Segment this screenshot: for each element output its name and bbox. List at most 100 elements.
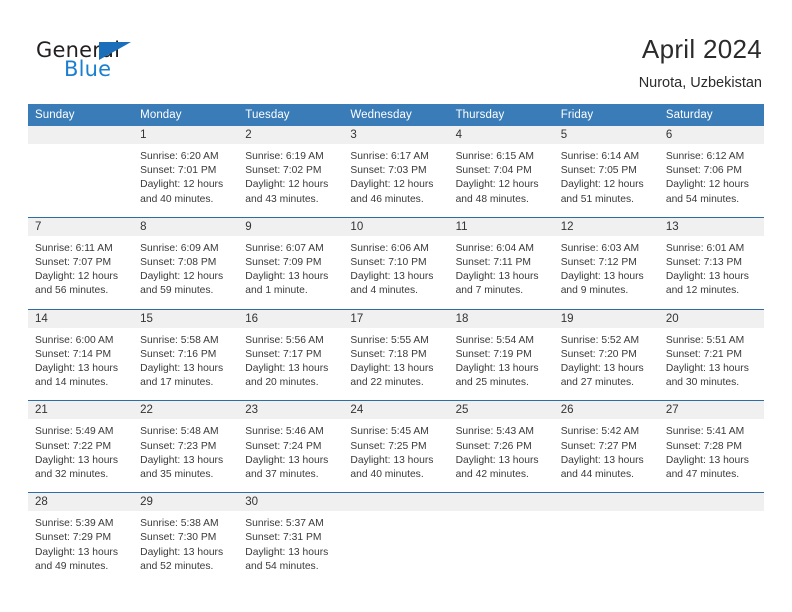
day-number [553,493,659,512]
day-number: 29 [133,493,239,512]
day-number: 15 [133,309,239,328]
daylight-text: and 27 minutes. [560,377,634,389]
daylight-text: Daylight: 12 hours [245,179,329,191]
sunset-text: Sunset: 7:20 PM [560,348,637,360]
daylight-text: and 14 minutes. [35,377,109,389]
calendar-week-row: 14 Sunrise: 6:00 AM Sunset: 7:14 PM Dayligh… [28,308,764,401]
calendar-day-cell[interactable]: 29 Sunrise: 5:38 AM Sunset: 7:30 PM Dayligh… [133,492,239,585]
daylight-text: and 47 minutes. [665,469,740,481]
daylight-text: Daylight: 13 hours [140,363,224,375]
calendar-day-cell[interactable]: 30 Sunrise: 5:37 AM Sunset: 7:31 PM Dayligh… [238,492,344,585]
sunset-text: Sunset: 7:24 PM [245,440,322,452]
sunrise-text: Sunrise: 6:19 AM [245,151,324,162]
day-number: 17 [343,309,449,328]
calendar-day-cell[interactable]: 10 Sunrise: 6:06 AM Sunset: 7:10 PM Dayligh… [343,216,449,310]
day-number: 18 [448,309,554,328]
day-details: Sunrise: 5:52 AM Sunset: 7:20 PM Daylight:… [553,327,659,401]
sunrise-text: Sunrise: 5:52 AM [560,334,640,346]
day-details: Sunrise: 6:14 AM Sunset: 7:05 PM Daylight:… [553,144,659,217]
daylight-text: and 54 minutes. [665,193,740,205]
day-number: 9 [238,217,344,236]
daylight-text: and 7 minutes. [455,285,524,297]
calendar-day-cell[interactable]: 28 Sunrise: 5:39 AM Sunset: 7:29 PM Dayligh… [28,492,134,585]
weekday-header-saturday: Saturday [658,104,764,126]
calendar-day-cell[interactable]: 16 Sunrise: 5:56 AM Sunset: 7:17 PM Dayligh… [238,308,344,401]
sunset-text: Sunset: 7:10 PM [350,257,427,269]
calendar-empty-cell [448,492,554,585]
sunset-text: Sunset: 7:19 PM [455,348,532,360]
day-details: Sunrise: 5:49 AM Sunset: 7:22 PM Daylight:… [28,419,134,493]
sunrise-text: Sunrise: 5:38 AM [140,518,219,530]
calendar-day-cell[interactable]: 15 Sunrise: 5:58 AM Sunset: 7:16 PM Dayligh… [133,308,239,401]
calendar-day-cell[interactable]: 3 Sunrise: 6:17 AM Sunset: 7:03 PM Daylight… [343,126,449,217]
day-number: 3 [343,126,449,144]
calendar-day-cell[interactable]: 17 Sunrise: 5:55 AM Sunset: 7:18 PM Dayligh… [343,308,449,401]
calendar-day-cell[interactable]: 26 Sunrise: 5:42 AM Sunset: 7:27 PM Dayligh… [553,400,659,493]
day-details: Sunrise: 6:15 AM Sunset: 7:04 PM Daylight:… [448,144,554,217]
calendar-day-cell[interactable]: 23 Sunrise: 5:46 AM Sunset: 7:24 PM Dayligh… [238,400,344,493]
daylight-text: and 4 minutes. [350,285,418,297]
calendar-day-cell[interactable]: 7 Sunrise: 6:11 AM Sunset: 7:07 PM Daylight… [28,216,134,310]
calendar-day-cell[interactable]: 20 Sunrise: 5:51 AM Sunset: 7:21 PM Dayligh… [658,308,764,401]
daylight-text: Daylight: 12 hours [455,179,539,191]
calendar-day-cell[interactable]: 11 Sunrise: 6:04 AM Sunset: 7:11 PM Dayligh… [448,216,554,310]
day-details: Sunrise: 5:43 AM Sunset: 7:26 PM Daylight:… [448,419,554,493]
day-number: 25 [448,401,554,420]
daylight-text: Daylight: 12 hours [665,179,749,191]
day-number [28,126,134,144]
day-details: Sunrise: 6:17 AM Sunset: 7:03 PM Daylight:… [343,144,449,217]
calendar-day-cell[interactable]: 5 Sunrise: 6:14 AM Sunset: 7:05 PM Daylight… [553,126,659,217]
calendar-day-cell[interactable]: 25 Sunrise: 5:43 AM Sunset: 7:26 PM Dayligh… [448,400,554,493]
day-number: 21 [28,401,134,420]
daylight-text: and 52 minutes. [140,560,214,572]
general-blue-logo: General Blue [36,38,236,86]
weekday-header-row: Sunday Monday Tuesday Wednesday Thursday… [28,104,764,126]
day-number: 7 [28,217,134,236]
calendar-day-cell[interactable]: 18 Sunrise: 5:54 AM Sunset: 7:19 PM Dayligh… [448,308,554,401]
sunset-text: Sunset: 7:01 PM [140,165,217,177]
calendar-empty-cell [658,492,764,585]
calendar-day-cell[interactable]: 13 Sunrise: 6:01 AM Sunset: 7:13 PM Dayligh… [658,216,764,310]
daylight-text: and 30 minutes. [665,377,740,389]
sunset-text: Sunset: 7:28 PM [665,440,742,452]
day-number: 23 [238,401,344,420]
sunset-text: Sunset: 7:23 PM [140,440,217,452]
daylight-text: Daylight: 13 hours [455,454,539,466]
calendar-day-cell[interactable]: 24 Sunrise: 5:45 AM Sunset: 7:25 PM Dayligh… [343,400,449,493]
day-number: 26 [553,401,659,420]
sunset-text: Sunset: 7:31 PM [245,532,322,544]
calendar-day-cell[interactable]: 12 Sunrise: 6:03 AM Sunset: 7:12 PM Dayligh… [553,216,659,310]
sunrise-text: Sunrise: 6:09 AM [140,242,219,254]
calendar-day-cell[interactable]: 8 Sunrise: 6:09 AM Sunset: 7:08 PM Daylight… [133,216,239,310]
day-details: Sunrise: 5:55 AM Sunset: 7:18 PM Daylight:… [343,327,449,401]
daylight-text: Daylight: 13 hours [560,363,644,375]
day-number [448,493,554,512]
daylight-text: Daylight: 13 hours [245,546,329,558]
calendar-day-cell[interactable]: 14 Sunrise: 6:00 AM Sunset: 7:14 PM Dayligh… [28,308,134,401]
calendar-day-cell[interactable]: 6 Sunrise: 6:12 AM Sunset: 7:06 PM Daylight… [658,126,764,217]
daylight-text: and 44 minutes. [560,469,634,481]
day-number: 10 [343,217,449,236]
logo-text-blue: Blue [64,57,112,81]
day-details: Sunrise: 6:07 AM Sunset: 7:09 PM Daylight:… [238,235,344,309]
calendar-day-cell[interactable]: 22 Sunrise: 5:48 AM Sunset: 7:23 PM Dayligh… [133,400,239,493]
sunset-text: Sunset: 7:17 PM [245,348,322,360]
calendar-day-cell[interactable]: 9 Sunrise: 6:07 AM Sunset: 7:09 PM Daylight… [238,216,344,310]
sunrise-text: Sunrise: 6:17 AM [350,151,429,162]
calendar-day-cell[interactable]: 1 Sunrise: 6:20 AM Sunset: 7:01 PM Daylight… [133,126,239,217]
day-details: Sunrise: 6:03 AM Sunset: 7:12 PM Daylight:… [553,235,659,309]
sunrise-text: Sunrise: 6:03 AM [560,242,640,254]
daylight-text: Daylight: 13 hours [350,454,434,466]
day-number: 6 [658,126,764,144]
calendar-day-cell[interactable]: 27 Sunrise: 5:41 AM Sunset: 7:28 PM Dayligh… [658,400,764,493]
daylight-text: Daylight: 13 hours [35,454,118,466]
calendar-day-cell[interactable]: 4 Sunrise: 6:15 AM Sunset: 7:04 PM Daylight… [448,126,554,217]
calendar-empty-cell [553,492,659,585]
calendar-day-cell[interactable]: 19 Sunrise: 5:52 AM Sunset: 7:20 PM Dayligh… [553,308,659,401]
day-number: 22 [133,401,239,420]
sunrise-text: Sunrise: 6:04 AM [455,242,534,254]
daylight-text: and 9 minutes. [560,285,629,297]
day-details: Sunrise: 5:58 AM Sunset: 7:16 PM Daylight:… [133,327,239,401]
calendar-day-cell[interactable]: 21 Sunrise: 5:49 AM Sunset: 7:22 PM Dayligh… [28,400,134,493]
calendar-day-cell[interactable]: 2 Sunrise: 6:19 AM Sunset: 7:02 PM Daylight… [238,126,344,217]
